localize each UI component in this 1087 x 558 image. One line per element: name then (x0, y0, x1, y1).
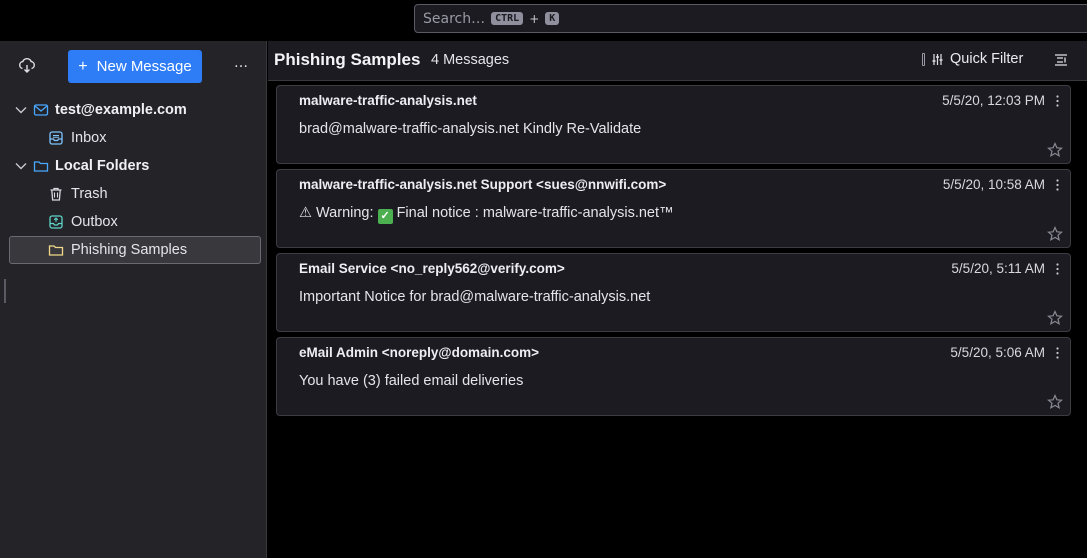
get-messages-icon[interactable] (18, 57, 36, 75)
thread-pane: Phishing Samples 4 Messages Quick Filter… (268, 41, 1087, 558)
subject-prefix: ⚠ Warning: (299, 205, 374, 221)
check-mark-icon: ✓ (377, 209, 393, 224)
local-folders-label: Local Folders (55, 158, 150, 174)
folder-pane-header: + New Message … (0, 41, 267, 91)
search-placeholder: Search… (423, 10, 486, 27)
message-date: 5/5/20, 5:11 AM (951, 261, 1045, 276)
quick-filter-label: Quick Filter (950, 51, 1024, 67)
message-subject: ⚠ Warning: ✓ Final notice : malware-traf… (299, 205, 674, 224)
folder-label: Phishing Samples (71, 242, 188, 258)
star-icon[interactable] (1047, 310, 1063, 326)
star-icon[interactable] (1047, 142, 1063, 158)
message-list: malware-traffic-analysis.net 5/5/20, 12:… (276, 85, 1071, 421)
folder-item-inbox[interactable]: Inbox (0, 124, 267, 152)
message-card[interactable]: eMail Admin <noreply@domain.com> 5/5/20,… (276, 337, 1071, 416)
subject-suffix: Final notice : malware-traffic-analysis.… (396, 205, 674, 221)
message-subject: Important Notice for brad@malware-traffi… (299, 289, 651, 305)
shortcut-plus: + (529, 11, 540, 26)
plus-icon: + (78, 57, 88, 75)
message-subject: brad@malware-traffic-analysis.net Kindly… (299, 121, 642, 137)
local-folders-row[interactable]: Local Folders (0, 152, 267, 180)
folder-icon (48, 245, 64, 256)
message-card[interactable]: Email Service <no_reply562@verify.com> 5… (276, 253, 1071, 332)
folder-pane: + New Message … test@example.com Inbox L… (0, 41, 267, 558)
mail-account-icon (33, 104, 49, 116)
quick-filter-button[interactable]: Quick Filter (922, 51, 1023, 67)
chevron-down-icon[interactable] (14, 159, 28, 173)
chevron-down-icon[interactable] (14, 103, 28, 117)
more-options-button[interactable]: … (234, 55, 249, 71)
folder-title: Phishing Samples (274, 50, 421, 69)
folder-item-trash[interactable]: Trash (0, 180, 267, 208)
outbox-icon (49, 215, 63, 229)
message-sender: malware-traffic-analysis.net (299, 93, 477, 108)
account-row[interactable]: test@example.com (0, 96, 267, 124)
star-icon[interactable] (1047, 394, 1063, 410)
message-date: 5/5/20, 12:03 PM (942, 93, 1045, 108)
message-sender: malware-traffic-analysis.net Support <su… (299, 177, 667, 192)
folder-label: Trash (71, 186, 108, 202)
message-card[interactable]: malware-traffic-analysis.net Support <su… (276, 169, 1071, 248)
thread-pane-header: Phishing Samples 4 Messages Quick Filter (268, 41, 1087, 81)
folder-icon (33, 161, 49, 172)
message-date: 5/5/20, 10:58 AM (942, 177, 1045, 192)
message-card[interactable]: malware-traffic-analysis.net 5/5/20, 12:… (276, 85, 1071, 164)
shortcut-ctrl-key: CTRL (491, 12, 524, 25)
top-bar: Search… CTRL + K (0, 0, 1087, 38)
selection-indicator (4, 279, 6, 303)
search-input[interactable]: Search… CTRL + K (414, 4, 1087, 33)
new-message-button[interactable]: + New Message (68, 50, 202, 83)
display-options-icon[interactable] (1054, 53, 1068, 67)
folder-item-phishing-samples[interactable]: Phishing Samples (9, 236, 261, 264)
message-count: 4 Messages (431, 52, 510, 68)
message-sender: Email Service <no_reply562@verify.com> (299, 261, 565, 276)
inbox-icon (49, 131, 63, 145)
folder-item-outbox[interactable]: Outbox (0, 208, 267, 236)
message-subject: You have (3) failed email deliveries (299, 373, 524, 389)
folder-label: Outbox (71, 214, 118, 230)
account-label: test@example.com (55, 102, 187, 118)
filter-sliders-icon (932, 53, 943, 65)
more-vertical-icon[interactable] (1056, 347, 1059, 359)
new-message-label: New Message (96, 58, 192, 75)
message-sender: eMail Admin <noreply@domain.com> (299, 345, 539, 360)
folder-tree: test@example.com Inbox Local Folders Tra… (0, 96, 267, 264)
shortcut-k-key: K (545, 12, 560, 25)
folder-label: Inbox (71, 130, 107, 146)
more-vertical-icon[interactable] (1056, 95, 1059, 107)
toggle-indicator (922, 52, 925, 66)
star-icon[interactable] (1047, 226, 1063, 242)
more-vertical-icon[interactable] (1056, 179, 1059, 191)
more-vertical-icon[interactable] (1056, 263, 1059, 275)
message-date: 5/5/20, 5:06 AM (950, 345, 1045, 360)
trash-icon (50, 187, 62, 201)
